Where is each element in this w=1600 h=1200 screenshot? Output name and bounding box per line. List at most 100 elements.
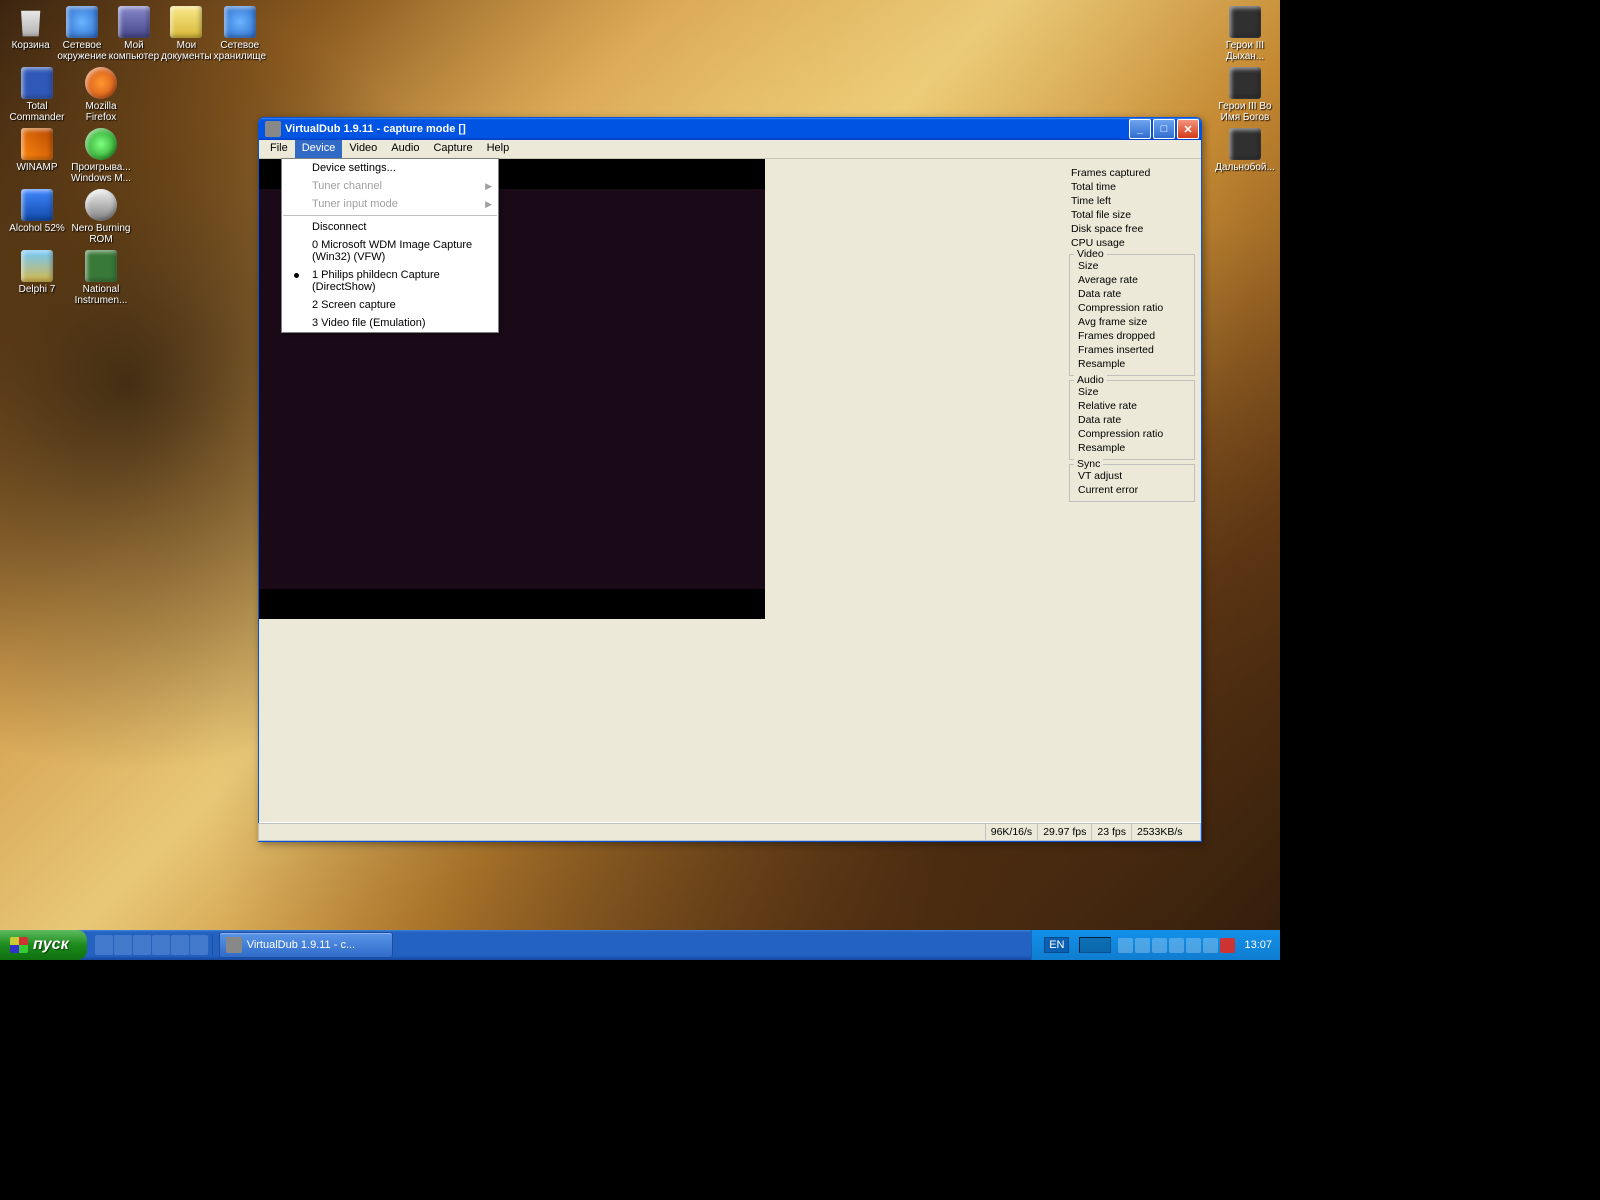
menu-item[interactable]: Disconnect <box>282 218 498 236</box>
stat-row: Size <box>1076 259 1191 273</box>
titlebar[interactable]: VirtualDub 1.9.11 - capture mode [] _ □ … <box>259 118 1201 140</box>
nero-icon <box>85 189 117 221</box>
icon-label: Delphi 7 <box>19 284 56 295</box>
tray-icon[interactable] <box>1186 938 1201 953</box>
minimize-button[interactable]: _ <box>1129 119 1151 139</box>
tc-icon <box>21 67 53 99</box>
desktop-icon[interactable]: Сетевое окружение <box>57 4 106 62</box>
close-button[interactable]: ✕ <box>1177 119 1199 139</box>
doc-icon <box>170 6 202 38</box>
ni-icon <box>85 250 117 282</box>
stat-row: Data rate <box>1076 413 1191 427</box>
language-indicator[interactable]: EN <box>1044 937 1069 953</box>
taskbar-virtualdub[interactable]: VirtualDub 1.9.11 - c... <box>219 932 393 958</box>
menu-item-label: Device settings... <box>312 162 396 174</box>
menu-item[interactable]: 3 Video file (Emulation) <box>282 314 498 332</box>
windows-logo-icon <box>10 937 28 953</box>
stat-row: Current error <box>1076 483 1191 497</box>
status-fps1: 29.97 fps <box>1037 823 1092 841</box>
desktop-icon[interactable]: Alcohol 52% <box>6 187 68 245</box>
icon-label: Nero Burning ROM <box>71 223 131 245</box>
desktop-icon[interactable]: Nero Burning ROM <box>70 187 132 245</box>
check-icon <box>294 273 299 278</box>
stat-row: Frames dropped <box>1076 329 1191 343</box>
stat-row: Size <box>1076 385 1191 399</box>
menu-item[interactable]: 2 Screen capture <box>282 296 498 314</box>
virtualdub-window: VirtualDub 1.9.11 - capture mode [] _ □ … <box>258 117 1202 842</box>
desktop-icon[interactable]: Мои документы <box>161 4 212 62</box>
desktop-icon[interactable]: Мой компьютер <box>109 4 159 62</box>
menu-item-label: Disconnect <box>312 221 366 233</box>
start-button[interactable]: пуск <box>0 930 87 960</box>
desktop-icon[interactable]: Total Commander <box>6 65 68 123</box>
menubar: FileDeviceVideoAudioCaptureHelpDevice se… <box>259 140 1201 159</box>
group-legend: Audio <box>1074 374 1107 386</box>
menu-audio[interactable]: Audio <box>384 140 426 158</box>
icon-label: Герои III Во Имя Богов <box>1215 101 1275 123</box>
desktop-icon[interactable]: Герои III Дыхан... <box>1214 4 1276 62</box>
ql-desktop-icon[interactable] <box>95 935 113 955</box>
window-title: VirtualDub 1.9.11 - capture mode [] <box>285 123 1129 135</box>
icon-label: Мой компьютер <box>109 40 159 62</box>
stat-row: Resample <box>1076 357 1191 371</box>
tray-icon[interactable] <box>1203 938 1218 953</box>
submenu-arrow-icon: ▶ <box>485 199 492 210</box>
menu-file[interactable]: File <box>263 140 295 158</box>
desktop-icon[interactable]: National Instrumen... <box>70 248 132 306</box>
net-icon <box>224 6 256 38</box>
menu-item-label: Tuner channel <box>312 180 382 192</box>
menu-capture[interactable]: Capture <box>426 140 479 158</box>
stats-group: AudioSizeRelative rateData rateCompressi… <box>1069 380 1195 460</box>
statusbar: 96K/16/s 29.97 fps 23 fps 2533KB/s <box>259 822 1201 841</box>
stats-panel: Frames capturedTotal timeTime leftTotal … <box>1069 166 1195 502</box>
menu-item[interactable]: Device settings... <box>282 159 498 177</box>
trash-icon <box>15 6 47 38</box>
stat-row: Resample <box>1076 441 1191 455</box>
ql-ff-icon[interactable] <box>171 935 189 955</box>
tray-icon[interactable] <box>1169 938 1184 953</box>
menu-item[interactable]: 0 Microsoft WDM Image Capture (Win32) (V… <box>282 236 498 266</box>
stat-row: Total time <box>1069 180 1195 194</box>
app-icon <box>265 121 281 137</box>
maximize-button[interactable]: □ <box>1153 119 1175 139</box>
ql-wmp-icon[interactable] <box>133 935 151 955</box>
icon-label: Сетевое хранилище <box>214 40 266 62</box>
menu-item: Tuner input mode▶ <box>282 195 498 213</box>
menu-device[interactable]: Device <box>295 140 343 158</box>
menu-separator <box>283 215 497 216</box>
game-icon <box>1229 6 1261 38</box>
icon-label: Дальнобой... <box>1215 162 1275 173</box>
stats-group: VideoSizeAverage rateData rateCompressio… <box>1069 254 1195 376</box>
tray-progress <box>1079 937 1111 953</box>
stat-row: VT adjust <box>1076 469 1191 483</box>
ql-ie-icon[interactable] <box>114 935 132 955</box>
desktop-icon[interactable]: Mozilla Firefox <box>70 65 132 123</box>
desktop-icon[interactable]: Delphi 7 <box>6 248 68 306</box>
pc-icon <box>118 6 150 38</box>
icon-label: Сетевое окружение <box>57 40 106 62</box>
tray-ati-icon[interactable] <box>1220 938 1235 953</box>
tray-icon[interactable] <box>1118 938 1133 953</box>
icon-label: Total Commander <box>7 101 67 123</box>
tray-icon[interactable] <box>1135 938 1150 953</box>
desktop-icon[interactable]: Корзина <box>6 4 55 62</box>
desktop-icon[interactable]: Дальнобой... <box>1214 126 1276 184</box>
desktop-icon[interactable]: Герои III Во Имя Богов <box>1214 65 1276 123</box>
clock[interactable]: 13:07 <box>1244 939 1272 951</box>
start-label: пуск <box>33 936 69 954</box>
al-icon <box>21 189 53 221</box>
ff-icon <box>85 67 117 99</box>
menu-item-label: 0 Microsoft WDM Image Capture (Win32) (V… <box>312 239 472 263</box>
ql-tc-icon[interactable] <box>152 935 170 955</box>
ql-expand-icon[interactable] <box>190 935 208 955</box>
desktop-icon[interactable]: Проигрыва... Windows M... <box>70 126 132 184</box>
icon-label: Alcohol 52% <box>9 223 65 234</box>
menu-help[interactable]: Help <box>480 140 517 158</box>
status-audio: 96K/16/s <box>985 823 1038 841</box>
tray-icon[interactable] <box>1152 938 1167 953</box>
desktop-icon[interactable]: WINAMP <box>6 126 68 184</box>
menu-video[interactable]: Video <box>342 140 384 158</box>
menu-item[interactable]: 1 Philips phildecn Capture (DirectShow) <box>282 266 498 296</box>
quick-launch <box>91 935 213 955</box>
desktop-icon[interactable]: Сетевое хранилище <box>214 4 266 62</box>
